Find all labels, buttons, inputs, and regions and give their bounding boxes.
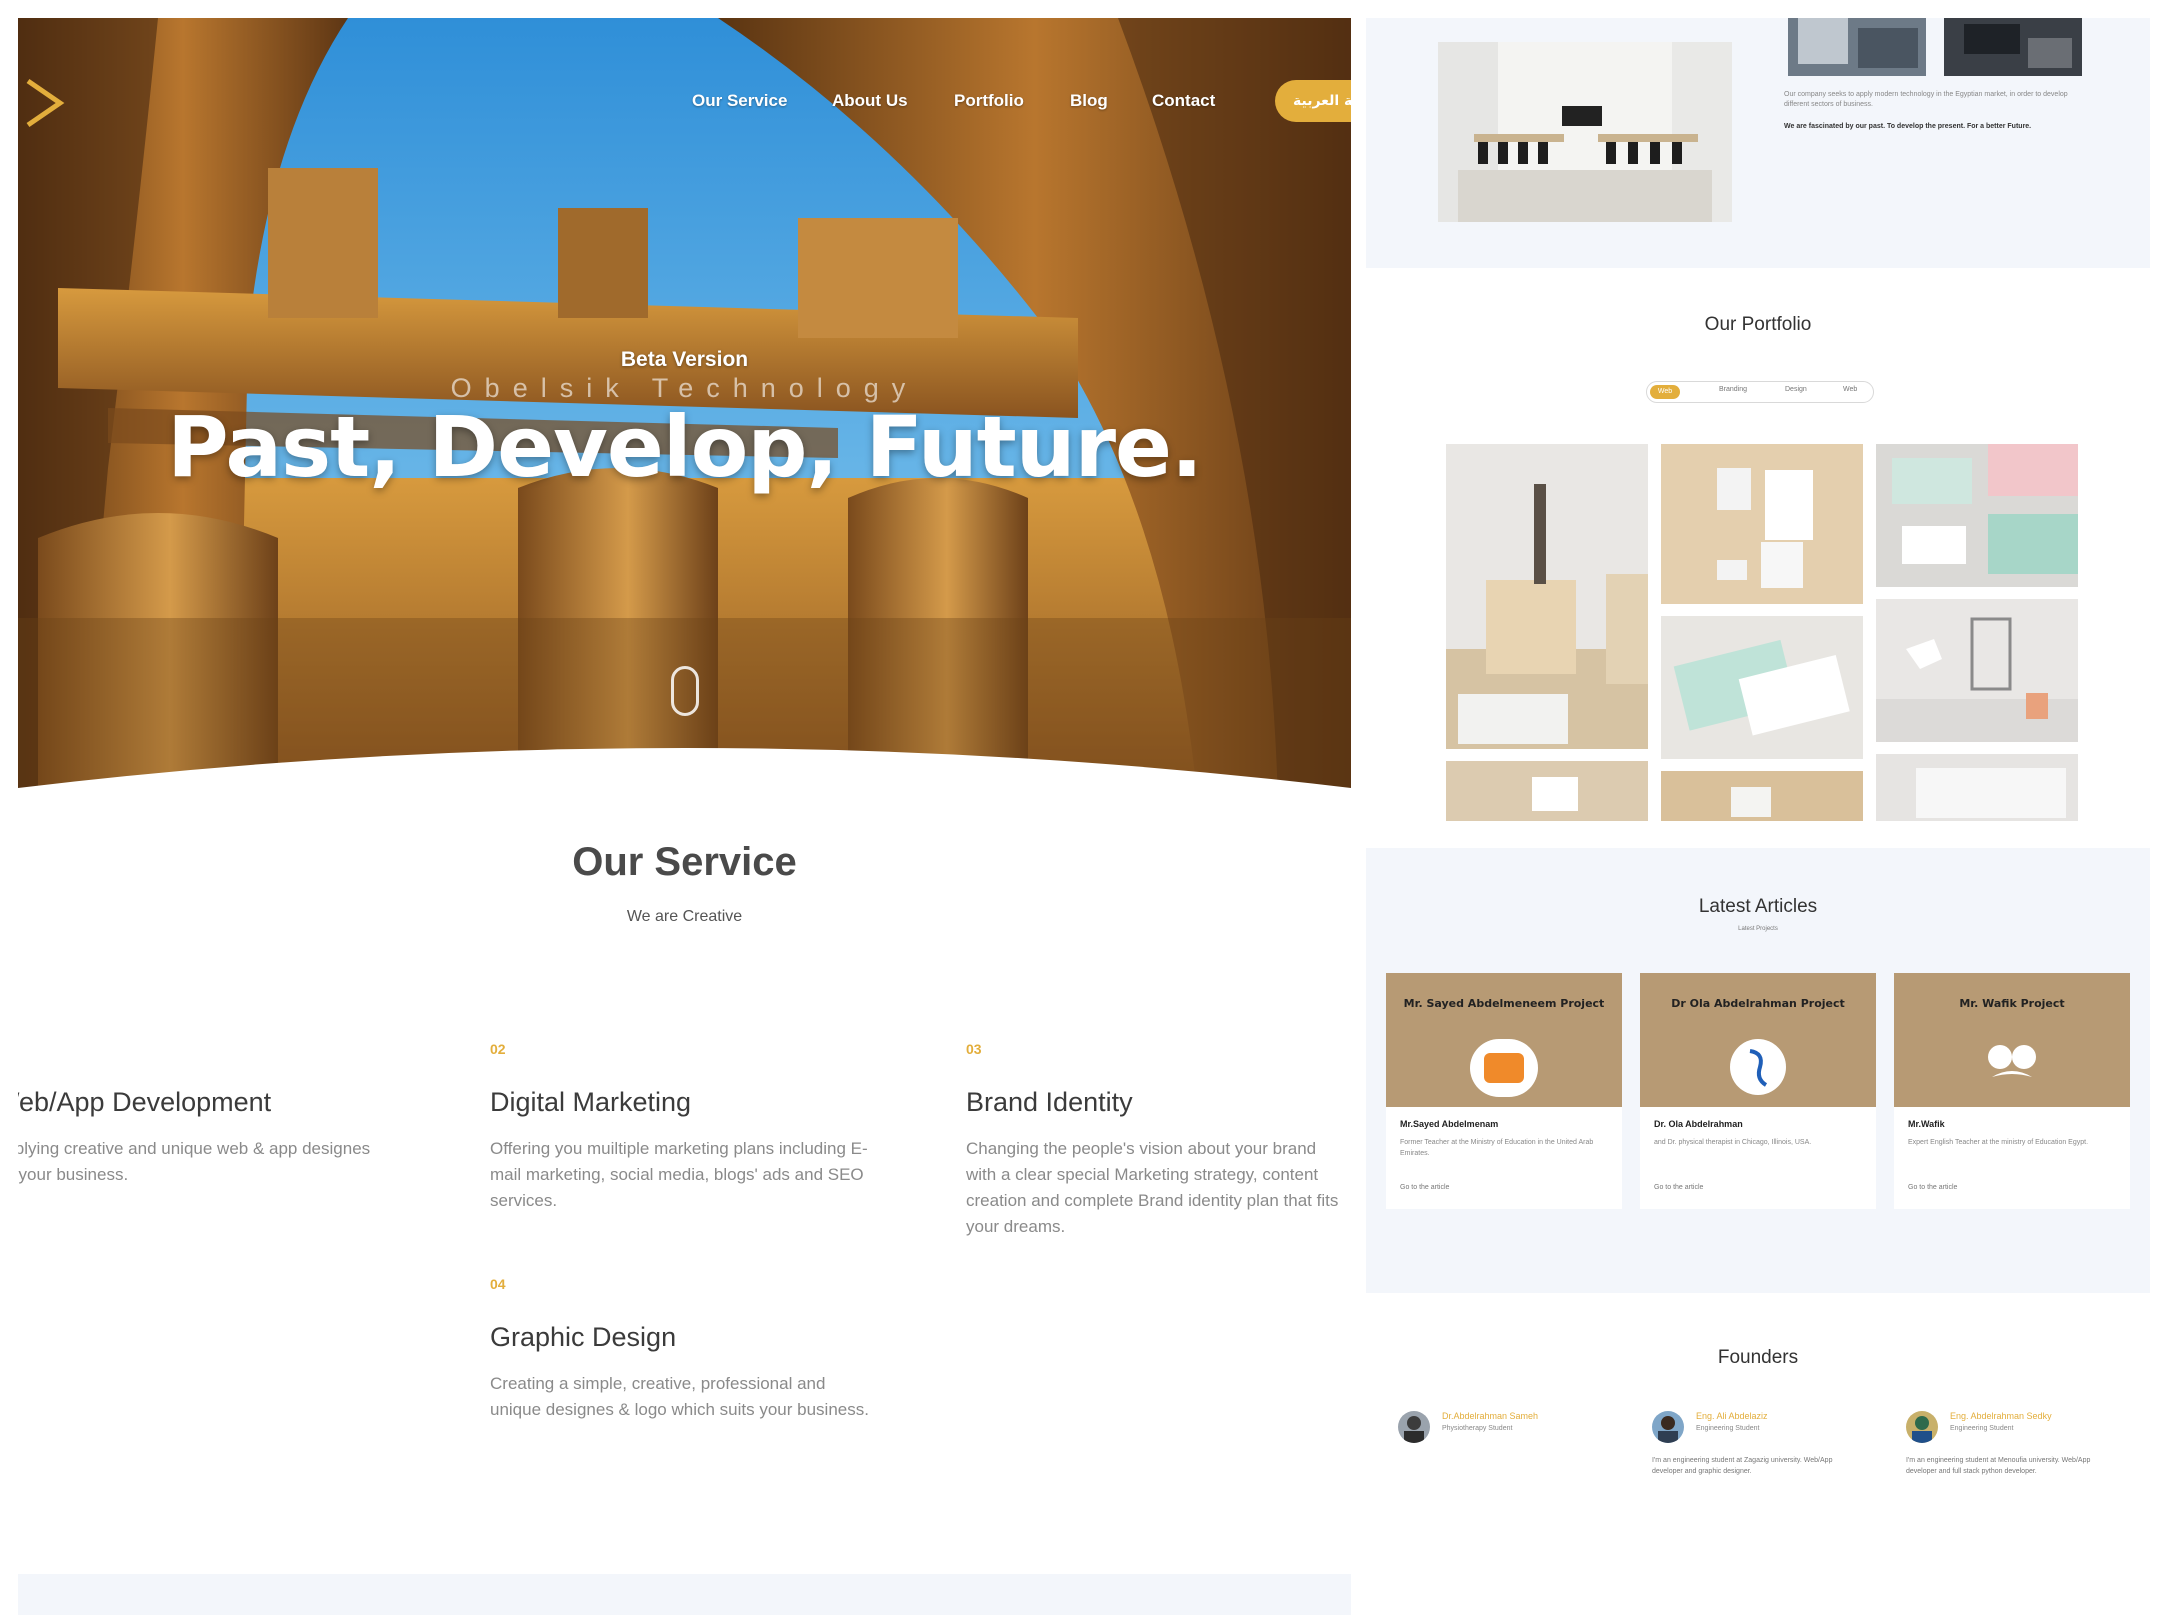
portfolio-filter-tabs: Web Branding Design Web: [1646, 381, 1874, 403]
service-description: Creating a simple, creative, professiona…: [490, 1374, 869, 1419]
portfolio-item-desk-lamp[interactable]: [1876, 599, 2078, 742]
service-number: 04: [490, 1276, 506, 1292]
service-name: Graphic Design: [490, 1322, 677, 1352]
article-excerpt: Former Teacher at the Ministry of Educat…: [1400, 1139, 1594, 1157]
glasses-mustache-icon: [1988, 1045, 2036, 1077]
beta-label: Beta Version: [620, 348, 749, 371]
about-motto: We are fascinated by our past. To develo…: [1784, 123, 2032, 130]
service-item-web-app: 01 Web/App Development Applying creative…: [18, 1041, 394, 1188]
portfolio-section: Our Portfolio Web Branding Design Web: [1366, 268, 2150, 848]
service-number: 01: [18, 1041, 394, 1065]
top-navigation: Our Service About Us Portfolio Blog Cont…: [18, 73, 1351, 133]
article-card[interactable]: Dr Ola Abdelrahman Project Dr. Ola Abdel…: [1640, 973, 1876, 1209]
filter-tab-design[interactable]: Design: [1785, 386, 1807, 393]
founder-role: Engineering Student: [1696, 1425, 1760, 1432]
office-photo: [1438, 42, 1732, 222]
hero-headline: Past, Develop, Future.: [167, 398, 1203, 496]
services-subtitle: We are Creative: [626, 908, 743, 925]
article-card-header: Mr. Sayed Abdelmeneem Project: [1386, 973, 1622, 1107]
filter-tab-web[interactable]: Web: [1843, 386, 1857, 393]
article-read-more-link[interactable]: Go to the article: [1654, 1184, 1703, 1191]
nav-our-service[interactable]: Our Service: [692, 91, 787, 111]
founder-role: Engineering Student: [1950, 1425, 2014, 1432]
latest-articles-section: Latest Articles Latest Projects Mr. Saye…: [1366, 848, 2150, 1293]
portfolio-item-brand-cards[interactable]: [1876, 444, 2078, 587]
article-logo-icon: [1470, 1039, 1538, 1097]
service-number: 03: [966, 1041, 982, 1057]
founder-name: Dr.Abdelrahman Sameh: [1442, 1411, 1539, 1421]
article-excerpt: Expert English Teacher at the ministry o…: [1908, 1139, 2089, 1146]
portfolio-item-business-card[interactable]: [1661, 616, 1863, 759]
service-item-graphic-design: 04 Graphic Design Creating a simple, cre…: [490, 1276, 870, 1423]
article-card[interactable]: Mr. Sayed Abdelmeneem Project Mr.Sayed A…: [1386, 973, 1622, 1209]
avatar: [1906, 1411, 1938, 1443]
about-paragraph: Our company seeks to apply modern techno…: [1784, 91, 2068, 108]
language-toggle-button[interactable]: اللغة العربية: [1275, 80, 1351, 122]
landing-page-screenshot: Our Service About Us Portfolio Blog Cont…: [18, 18, 1351, 1615]
service-item-digital-marketing: 02 Digital Marketing Offering you muilti…: [490, 1041, 870, 1214]
article-card-header: Mr. Wafik Project: [1894, 973, 2130, 1107]
filter-tab-branding[interactable]: Branding: [1719, 386, 1747, 393]
services-title: Our Service: [572, 840, 797, 884]
avatar: [1398, 1411, 1430, 1443]
founders-section: Founders Dr.Abdelrahman Sameh Physiother…: [1366, 1293, 2150, 1615]
page-sections-screenshot: Our company seeks to apply modern techno…: [1366, 18, 2150, 1615]
founders-title: Founders: [1717, 1347, 1799, 1368]
article-logo-icon: [1730, 1039, 1786, 1095]
article-card[interactable]: Mr. Wafik Project Mr.Wafik Expert Englis…: [1894, 973, 2130, 1209]
article-read-more-link[interactable]: Go to the article: [1908, 1184, 1957, 1191]
service-number: 02: [490, 1041, 506, 1057]
nav-blog[interactable]: Blog: [1070, 91, 1108, 111]
service-item-brand-identity: 03 Brand Identity Changing the people's …: [966, 1041, 1351, 1240]
scroll-indicator-icon[interactable]: [671, 666, 699, 716]
article-author: Mr.Sayed Abdelmenam: [1400, 1119, 1499, 1129]
service-description: Offering you muiltiple marketing plans i…: [490, 1139, 868, 1210]
articles-title: Latest Articles: [1698, 896, 1818, 917]
service-name: Brand Identity: [966, 1087, 1133, 1117]
article-card-header: Dr Ola Abdelrahman Project: [1640, 973, 1876, 1107]
service-description: Changing the people's vision about your …: [966, 1139, 1339, 1236]
founder-name: Eng. Abdelrahman Sedky: [1950, 1411, 2052, 1421]
article-title: Mr. Wafik Project: [1959, 997, 2065, 1010]
filter-tab-all[interactable]: Web: [1650, 385, 1680, 399]
founder-bio: I'm an engineering student at Zagazig un…: [1652, 1457, 1833, 1475]
portfolio-title: Our Portfolio: [1704, 314, 1812, 335]
nav-contact[interactable]: Contact: [1152, 91, 1215, 111]
articles-subtitle: Latest Projects: [1738, 926, 1778, 932]
about-section: Our company seeks to apply modern techno…: [1366, 18, 2150, 268]
service-description: Applying creative and unique web & app d…: [18, 1139, 371, 1184]
team-photo: [1788, 18, 1926, 76]
portfolio-item-sketch[interactable]: [1876, 754, 2078, 821]
portfolio-item-stationery-box[interactable]: [1446, 444, 1648, 749]
article-excerpt: and Dr. physical therapist in Chicago, I…: [1654, 1139, 1812, 1146]
article-author: Mr.Wafik: [1908, 1119, 1945, 1129]
founder-role: Physiotherapy Student: [1442, 1425, 1513, 1432]
portfolio-item-wood[interactable]: [1661, 771, 1863, 821]
hero-section: Our Service About Us Portfolio Blog Cont…: [18, 18, 1351, 803]
nav-portfolio[interactable]: Portfolio: [954, 91, 1024, 111]
desk-photo: [1944, 18, 2082, 76]
article-read-more-link[interactable]: Go to the article: [1400, 1184, 1449, 1191]
article-author: Dr. Ola Abdelrahman: [1654, 1119, 1743, 1129]
portfolio-item-paper-mockup[interactable]: [1661, 444, 1863, 604]
nav-about-us[interactable]: About Us: [832, 91, 908, 111]
article-title: Dr Ola Abdelrahman Project: [1671, 997, 1845, 1010]
service-name: Digital Marketing: [490, 1087, 692, 1117]
logo-chevron-icon[interactable]: [20, 73, 66, 133]
article-title: Mr. Sayed Abdelmeneem Project: [1403, 997, 1605, 1010]
next-section-band: [18, 1574, 1351, 1615]
service-name: Web/App Development: [18, 1087, 272, 1117]
avatar: [1652, 1411, 1684, 1443]
founder-bio: I'm an engineering student at Menoufia u…: [1906, 1457, 2091, 1475]
founder-name: Eng. Ali Abdelaziz: [1696, 1411, 1768, 1421]
portfolio-item-frame[interactable]: [1446, 761, 1648, 821]
